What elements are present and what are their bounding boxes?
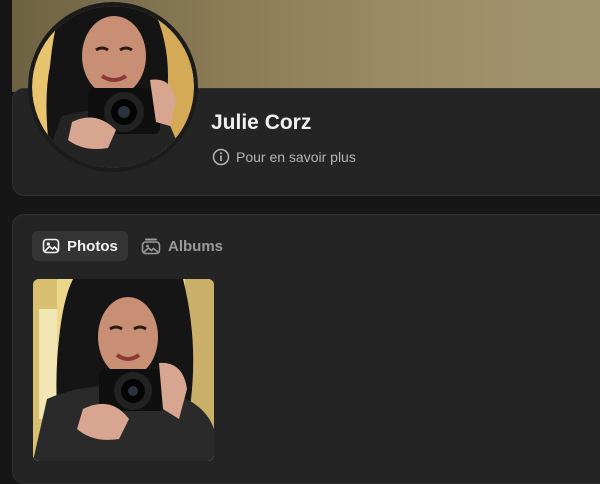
avatar[interactable] <box>28 2 198 172</box>
avatar-photo <box>32 6 194 168</box>
tab-albums-label: Albums <box>168 237 224 255</box>
photo-thumbnail-image <box>33 279 214 461</box>
tab-albums[interactable]: Albums <box>131 231 233 261</box>
about-link[interactable]: Pour en savoir plus <box>212 147 356 167</box>
about-link-label: Pour en savoir plus <box>236 149 356 165</box>
photo-icon <box>42 237 60 255</box>
tab-photos[interactable]: Photos <box>32 231 128 261</box>
photo-thumbnail[interactable] <box>33 279 214 461</box>
tab-photos-label: Photos <box>67 237 118 255</box>
profile-name: Julie Corz <box>211 111 312 134</box>
album-icon <box>141 237 161 255</box>
info-icon <box>212 148 230 166</box>
